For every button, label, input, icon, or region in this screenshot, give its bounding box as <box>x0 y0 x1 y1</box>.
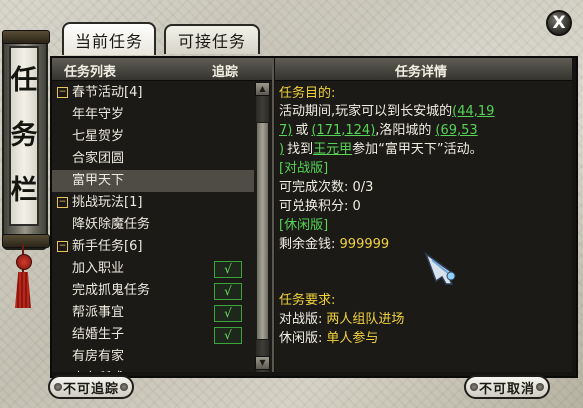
task-row[interactable]: 降妖除魔任务 <box>52 214 254 236</box>
scroll-rod-top <box>2 30 50 44</box>
task-label: 有房有家 <box>72 349 125 364</box>
close-button[interactable]: X <box>546 10 572 36</box>
exchange-points: 可兑换积分: 0 <box>279 199 361 214</box>
task-row[interactable]: 合家团圆 <box>52 148 254 170</box>
req-battle-value: 两人组队进场 <box>326 312 405 327</box>
tassel-knot <box>16 254 32 270</box>
remaining-money: 剩余金钱: 999999 <box>279 235 389 254</box>
task-detail-header: 任务详情 <box>275 58 572 81</box>
scroll-down-button[interactable]: ▼ <box>255 356 270 370</box>
collapse-toggle-icon[interactable]: − <box>57 197 68 208</box>
goal-text-find: 找到 <box>287 142 314 157</box>
coord-link-changan-1b[interactable]: 7) <box>279 123 292 138</box>
goal-text-or: 或 <box>295 123 309 138</box>
task-label: 新手任务[6] <box>72 239 143 254</box>
title-scroll-banner: 任 务 栏 <box>2 30 50 250</box>
task-row[interactable]: 完成抓鬼任务 √ <box>52 280 254 302</box>
coord-link-luoyang-b[interactable]: ) <box>279 142 284 157</box>
track-column-title: 追踪 <box>212 65 239 80</box>
coord-link-changan-1[interactable]: (44,19 <box>452 104 494 119</box>
goal-text: 活动期间,玩家可以到长安城的 <box>279 104 453 119</box>
collapse-toggle-icon[interactable]: − <box>57 87 68 98</box>
task-label: 春节活动[4] <box>72 85 143 100</box>
cancel-task-button[interactable]: 不可取消 <box>464 375 550 399</box>
task-row[interactable]: 有房有家 <box>52 346 254 368</box>
scroll-up-button[interactable]: ▲ <box>255 82 270 96</box>
tab-current-tasks[interactable]: 当前任务 <box>62 22 156 55</box>
task-label: 加入职业 <box>72 261 125 276</box>
goal-line-1: 活动期间,玩家可以到长安城的(44,19 <box>279 102 494 121</box>
task-row[interactable]: 七星贺岁 <box>52 126 254 148</box>
requirement-battle: 对战版: 两人组队进场 <box>279 310 404 329</box>
goal-text-luoyang: ,洛阳城的 <box>375 123 432 138</box>
goal-title: 任务目的: <box>279 86 336 101</box>
task-group-row[interactable]: − 春节活动[4] <box>52 82 254 104</box>
banner-char-1: 任 <box>10 65 38 97</box>
banner-title: 任 务 栏 <box>9 46 39 226</box>
task-row[interactable]: 事有所成 <box>52 368 254 372</box>
money-value: 999999 <box>339 237 390 252</box>
task-label: 富甲天下 <box>72 173 125 188</box>
task-row[interactable]: 富甲天下 <box>52 170 254 192</box>
track-checkbox[interactable]: √ <box>214 327 242 344</box>
done-times: 可完成次数: 0/3 <box>279 180 374 195</box>
task-detail-title: 任务详情 <box>395 65 448 80</box>
banner-char-2: 务 <box>10 119 38 151</box>
task-label: 事有所成 <box>72 368 124 372</box>
task-row[interactable]: 年年守岁 <box>52 104 254 126</box>
task-label: 降妖除魔任务 <box>72 217 151 232</box>
untrack-button[interactable]: 不可追踪 <box>48 375 134 399</box>
req-leisure-label: 休闲版: <box>279 331 323 346</box>
battle-version-tag: [对战版] <box>279 161 329 176</box>
track-checkbox[interactable]: √ <box>214 283 242 300</box>
task-group-row[interactable]: − 挑战玩法[1] <box>52 192 254 214</box>
scroll-rod-bottom <box>2 234 50 248</box>
track-checkbox[interactable]: √ <box>214 261 242 278</box>
task-label: 完成抓鬼任务 <box>72 283 151 298</box>
list-scrollbar-thumb[interactable] <box>256 122 269 340</box>
req-leisure-value: 单人参与 <box>326 331 379 346</box>
task-row[interactable]: 结婚生子 √ <box>52 324 254 346</box>
tab-available-tasks[interactable]: 可接任务 <box>164 24 260 54</box>
banner-char-3: 栏 <box>10 174 38 206</box>
task-label: 结婚生子 <box>72 327 125 342</box>
goal-line-3: ) 找到王元甲参加“富甲天下”活动。 <box>279 140 483 159</box>
task-row[interactable]: 帮派事宜 √ <box>52 302 254 324</box>
task-detail-body: 任务目的: 活动期间,玩家可以到长安城的(44,19 7) 或 (171,124),… <box>279 82 568 372</box>
coord-link-luoyang[interactable]: (69,53 <box>435 123 477 138</box>
goal-line-2: 7) 或 (171,124),洛阳城的 (69,53 <box>279 121 478 140</box>
task-label: 七星贺岁 <box>72 129 125 144</box>
task-label: 合家团圆 <box>72 151 125 166</box>
requirement-leisure: 休闲版: 单人参与 <box>279 329 378 348</box>
req-battle-label: 对战版: <box>279 312 323 327</box>
task-list-title: 任务列表 <box>64 65 117 80</box>
npc-link-wang-yuanjia[interactable]: 王元甲 <box>313 142 352 157</box>
track-checkbox[interactable]: √ <box>214 305 242 322</box>
task-label: 帮派事宜 <box>72 305 125 320</box>
requirement-title: 任务要求: <box>279 293 336 308</box>
task-row[interactable]: 加入职业 √ <box>52 258 254 280</box>
goal-text-join: 参加“富甲天下”活动。 <box>352 142 483 157</box>
money-label: 剩余金钱: <box>279 237 336 252</box>
task-list-header: 任务列表 追踪 <box>52 58 272 81</box>
collapse-toggle-icon[interactable]: − <box>57 241 68 252</box>
task-list-panel: 任务列表 追踪 − 春节活动[4] 年年守岁 七星贺岁 合家团圆 富甲天下 − 挑战玩法[1]… <box>52 58 274 372</box>
task-label: 挑战玩法[1] <box>72 195 143 210</box>
task-list: − 春节活动[4] 年年守岁 七星贺岁 合家团圆 富甲天下 − 挑战玩法[1] 降妖除魔任务 − 新… <box>52 82 254 372</box>
coord-link-changan-2[interactable]: (171,124) <box>311 123 375 138</box>
leisure-version-tag: [休闲版] <box>279 218 329 233</box>
task-detail-panel: 任务详情 任务目的: 活动期间,玩家可以到长安城的(44,19 7) 或 (171,… <box>275 58 572 372</box>
task-label: 年年守岁 <box>72 107 125 122</box>
pointer-cursor-icon <box>424 252 456 285</box>
task-group-row[interactable]: − 新手任务[6] <box>52 236 254 258</box>
